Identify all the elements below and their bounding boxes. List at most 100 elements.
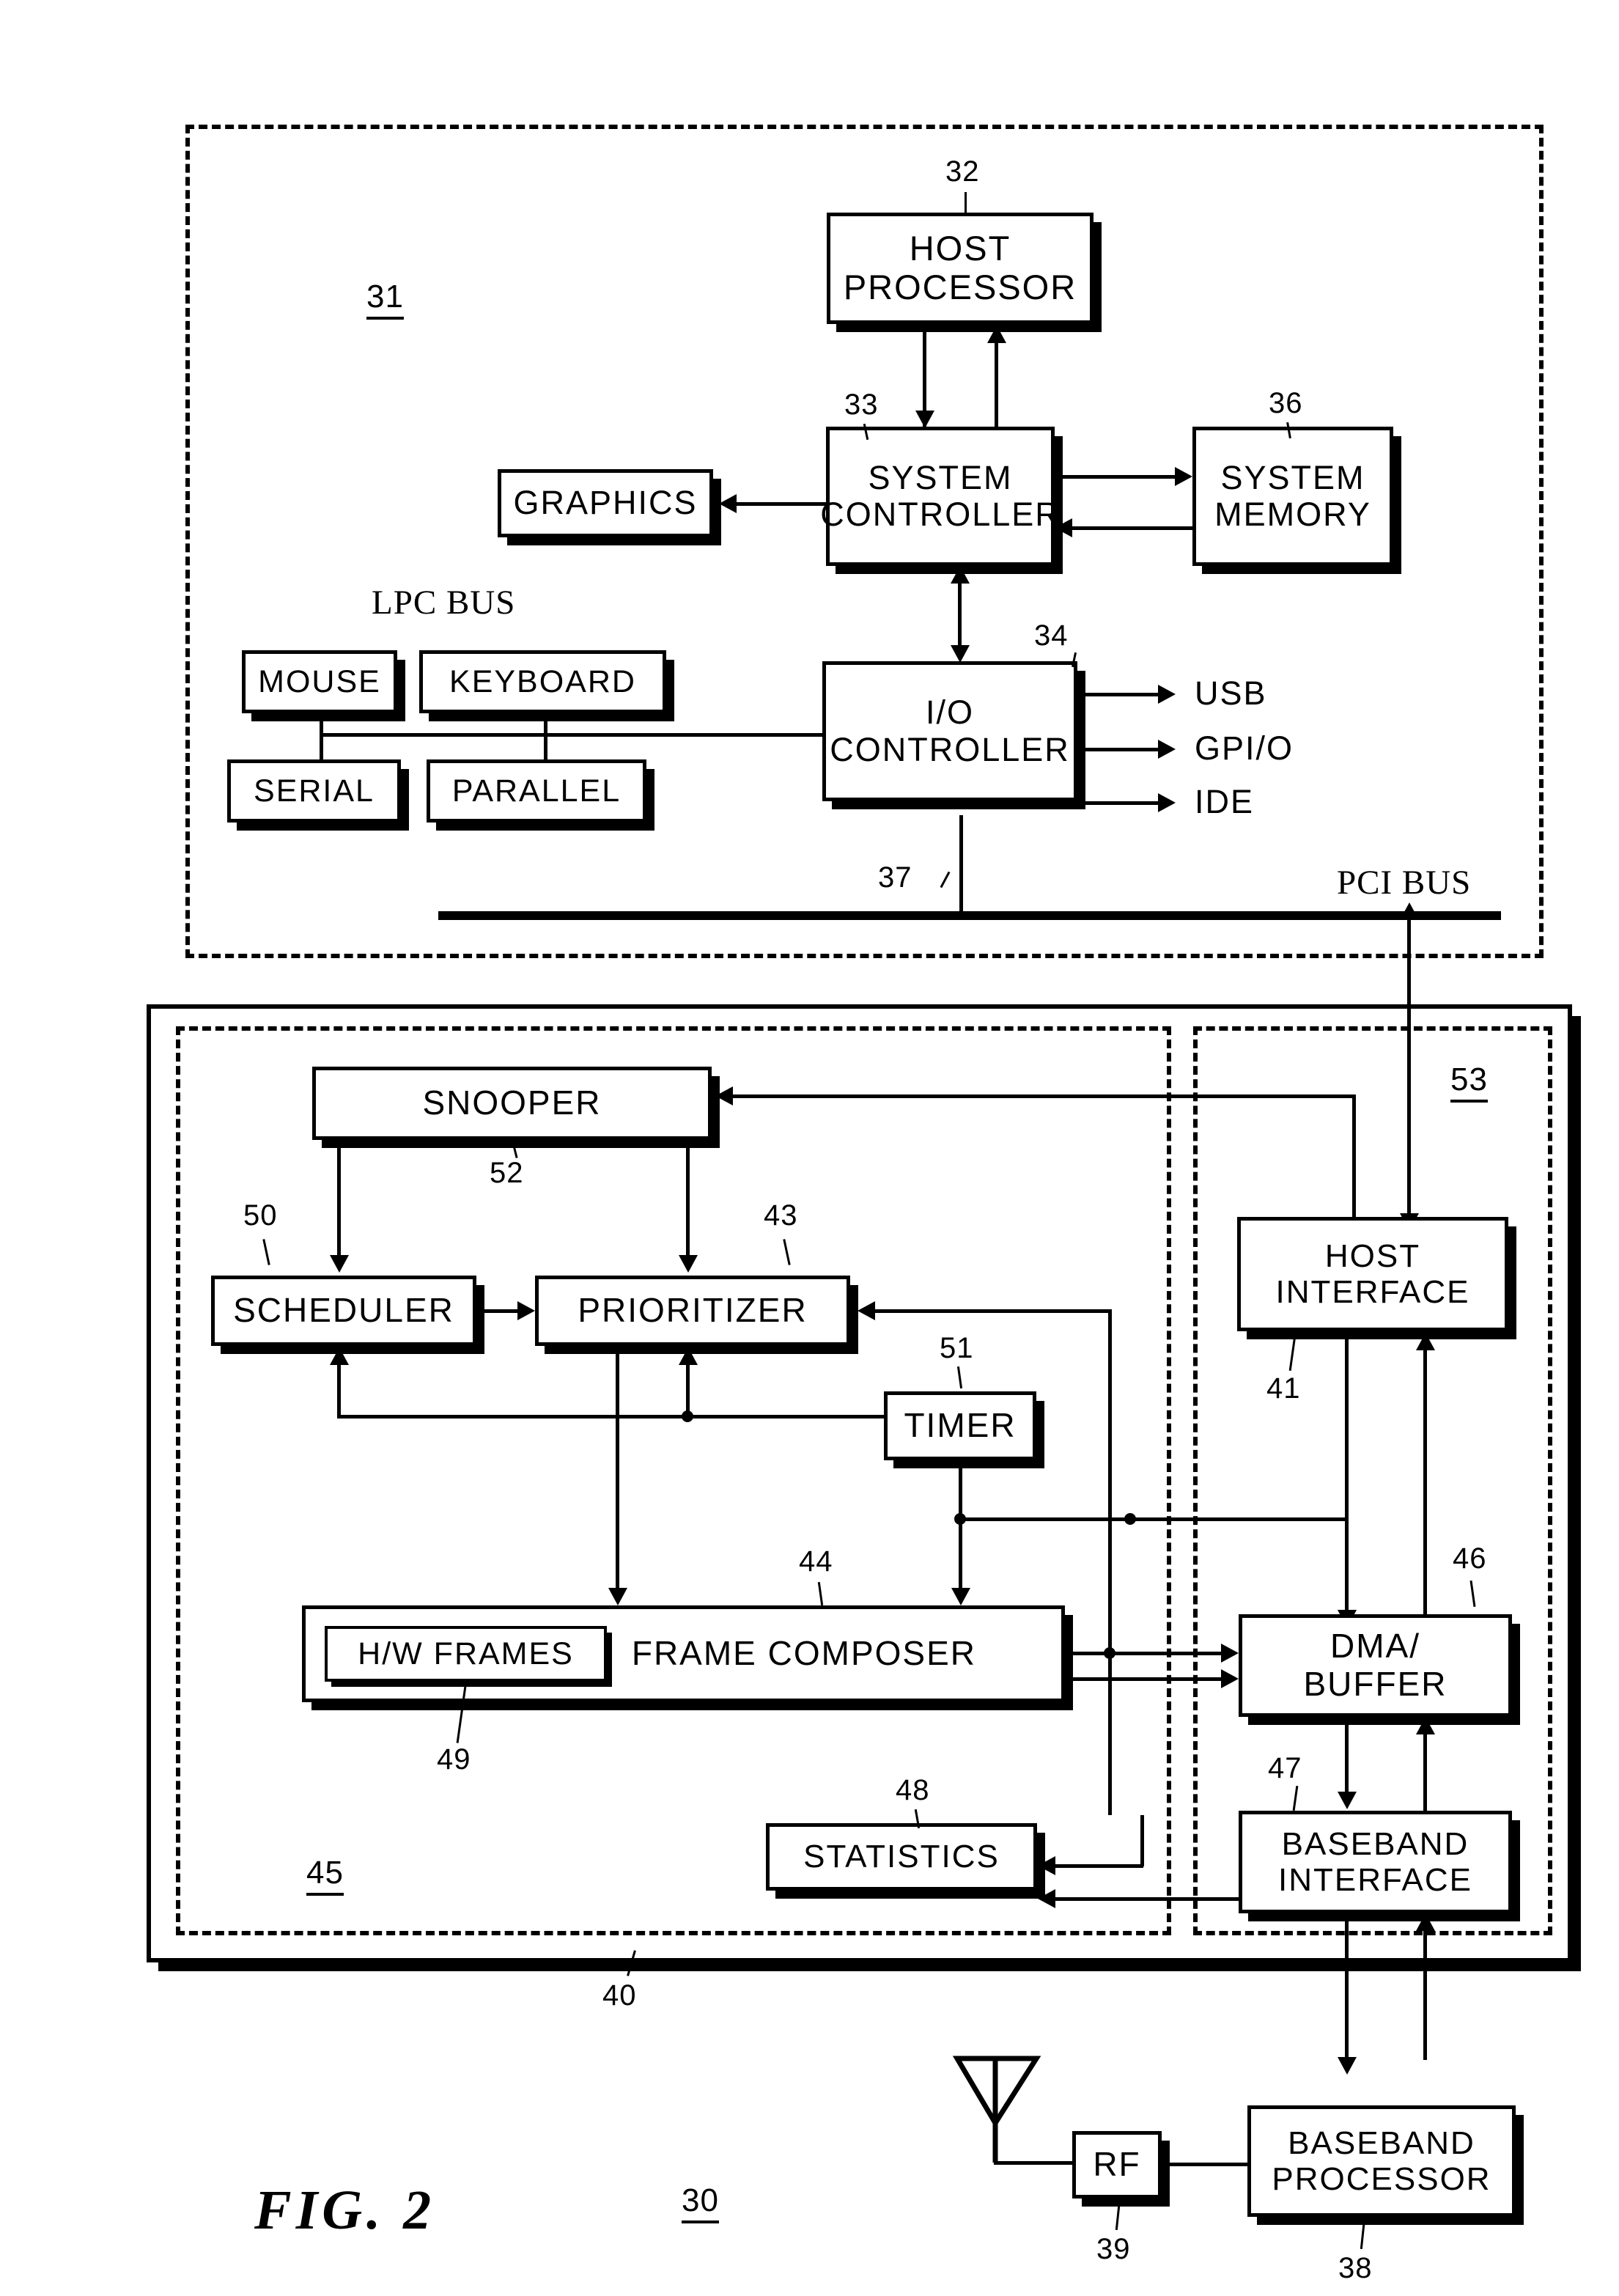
ref-37: 37: [878, 861, 912, 894]
hw-frames-block[interactable]: H/W FRAMES: [325, 1626, 607, 1682]
wire-dma-to-bbif: [1345, 1717, 1349, 1795]
wire-sysctrl-ioctrl: [958, 584, 962, 645]
ref-49: 49: [437, 1743, 471, 1776]
wire-io-gpio: [1077, 748, 1158, 751]
dma-buffer-block[interactable]: DMA/ BUFFER: [1239, 1614, 1512, 1717]
wire-bbif-to-dma: [1423, 1734, 1427, 1812]
ref-46: 46: [1453, 1542, 1487, 1575]
wire-hostif-to-snooper: [733, 1094, 1356, 1098]
arrow-right-ide: [1158, 793, 1176, 812]
ref-41: 41: [1266, 1372, 1301, 1405]
host-side-boundary: [1193, 1026, 1552, 1935]
wire-feedback-to-prioritizer: [875, 1309, 1112, 1313]
scheduler-label: SCHEDULER: [233, 1291, 454, 1330]
mac-boundary: [176, 1026, 1171, 1935]
arrow-left-snooper: [715, 1086, 733, 1105]
wire-bbproc-to-bbif: [1423, 1931, 1427, 2060]
wire-io-ide: [1077, 801, 1158, 805]
arrow-down-frame-composer-2: [951, 1588, 970, 1605]
system-controller-label: SYSTEM CONTROLLER: [820, 458, 1061, 533]
ref-39-leader: [1115, 2199, 1121, 2231]
serial-block[interactable]: SERIAL: [227, 759, 401, 823]
arrow-up-scheduler: [330, 1347, 349, 1365]
wire-stats-in-top-vert: [1140, 1815, 1144, 1866]
figure-caption: FIG. 2: [254, 2179, 436, 2241]
ref-52: 52: [490, 1157, 524, 1189]
wire-hp-up: [995, 343, 998, 427]
wire-timer-to-composer: [959, 1517, 962, 1591]
snooper-block[interactable]: SNOOPER: [312, 1067, 712, 1140]
wire-timer-bus: [337, 1415, 887, 1419]
prioritizer-label: PRIORITIZER: [578, 1291, 808, 1330]
ref-48: 48: [896, 1774, 930, 1806]
wire-rf-to-bbproc: [1164, 2163, 1250, 2166]
arrow-up-pci-bus: [1400, 902, 1419, 920]
mouse-block[interactable]: MOUSE: [242, 650, 397, 713]
rf-label: RF: [1093, 2145, 1141, 2184]
dma-buffer-label: DMA/ BUFFER: [1303, 1627, 1447, 1703]
rf-block[interactable]: RF: [1072, 2131, 1162, 2199]
ref-43: 43: [764, 1199, 798, 1232]
ref-51: 51: [940, 1332, 974, 1364]
scheduler-block[interactable]: SCHEDULER: [211, 1276, 476, 1346]
hw-frames-label: H/W FRAMES: [358, 1635, 574, 1671]
timer-label: TIMER: [904, 1406, 1017, 1445]
arrow-right-dma-a: [1221, 1644, 1239, 1663]
arrow-down-baseband-processor: [1338, 2057, 1357, 2075]
baseband-interface-label: BASEBAND INTERFACE: [1278, 1825, 1472, 1898]
timer-block[interactable]: TIMER: [884, 1391, 1036, 1460]
wire-bbif-to-bbproc: [1345, 1913, 1349, 2060]
wire-io-to-pci: [959, 815, 963, 916]
junction-dot-mid-bus-left: [954, 1513, 966, 1525]
wire-hostif-up: [1352, 1094, 1356, 1223]
io-controller-label: I/O CONTROLLER: [830, 693, 1070, 768]
mouse-label: MOUSE: [258, 663, 381, 699]
arrow-right-prioritizer: [517, 1301, 535, 1320]
arrow-down-io-controller: [951, 645, 970, 663]
ref-36: 36: [1269, 387, 1303, 419]
parallel-label: PARALLEL: [451, 773, 622, 809]
host-processor-block[interactable]: HOST PROCESSOR: [827, 213, 1094, 324]
baseband-processor-label: BASEBAND PROCESSOR: [1272, 2124, 1491, 2197]
wire-snooper-to-scheduler: [337, 1140, 341, 1257]
graphics-block[interactable]: GRAPHICS: [498, 469, 713, 537]
statistics-block[interactable]: STATISTICS: [766, 1823, 1037, 1891]
wire-timer-down: [959, 1460, 962, 1520]
baseband-processor-block[interactable]: BASEBAND PROCESSOR: [1247, 2105, 1516, 2217]
wire-scheduler-to-prioritizer: [480, 1309, 517, 1313]
arrow-right-dma-b: [1221, 1669, 1239, 1688]
wire-keyboard-lpc: [544, 711, 547, 762]
system-memory-block[interactable]: SYSTEM MEMORY: [1192, 427, 1393, 566]
wire-composer-to-dma-b: [1065, 1677, 1231, 1681]
baseband-interface-block[interactable]: BASEBAND INTERFACE: [1239, 1811, 1512, 1913]
antenna-icon: [952, 2056, 1041, 2163]
ref-40: 40: [602, 1979, 637, 2012]
parallel-block[interactable]: PARALLEL: [427, 759, 646, 823]
junction-dot-mid-bus-right: [1124, 1513, 1136, 1525]
pci-bus-label: PCI BUS: [1337, 864, 1472, 902]
ref-34: 34: [1034, 619, 1069, 652]
ref-45: 45: [306, 1855, 344, 1896]
arrow-down-prioritizer: [679, 1255, 698, 1273]
wire-stats-in-top: [1055, 1864, 1143, 1868]
wire-snooper-to-prioritizer: [686, 1140, 690, 1257]
keyboard-block[interactable]: KEYBOARD: [419, 650, 666, 713]
arrow-up-host-processor: [987, 325, 1006, 343]
wire-prioritizer-to-composer: [616, 1349, 619, 1591]
system-controller-block[interactable]: SYSTEM CONTROLLER: [820, 427, 1059, 566]
junction-dot-timer-bus: [682, 1410, 693, 1422]
ref-33: 33: [844, 389, 879, 421]
serial-label: SERIAL: [254, 773, 375, 809]
wire-sysctrl-to-sysmem: [1055, 475, 1175, 479]
wire-sysctrl-to-graphics: [737, 502, 827, 506]
patent-figure-page: 31 HOST PROCESSOR 32 SYSTEM CONTROLLER 3…: [0, 0, 1619, 2296]
io-controller-block[interactable]: I/O CONTROLLER: [822, 661, 1077, 801]
statistics-label: STATISTICS: [803, 1839, 1000, 1875]
wire-feedback-vert: [1108, 1309, 1112, 1815]
wire-composer-to-dma-a: [1070, 1652, 1231, 1655]
prioritizer-block[interactable]: PRIORITIZER: [535, 1276, 850, 1346]
host-interface-block[interactable]: HOST INTERFACE: [1237, 1217, 1508, 1331]
arrow-left-graphics: [719, 494, 737, 513]
wire-mouse-lpc: [320, 711, 323, 762]
ref-38-leader: [1360, 2218, 1366, 2250]
